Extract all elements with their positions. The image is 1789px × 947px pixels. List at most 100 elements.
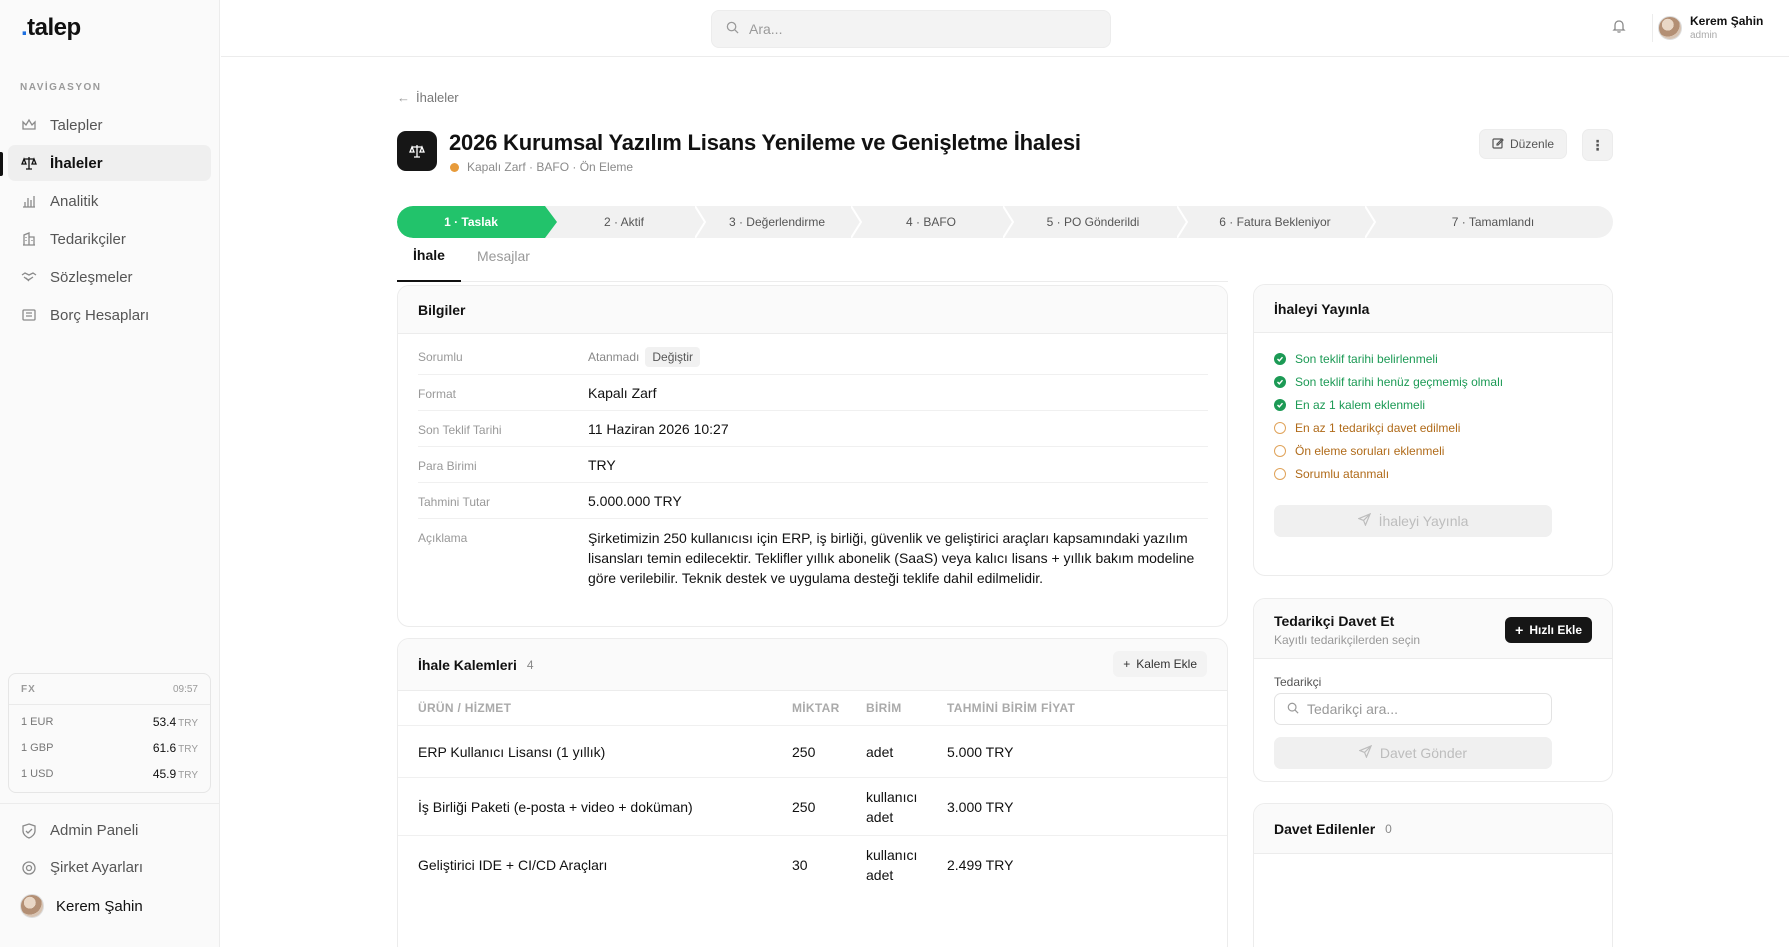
- invited-title: Davet Edilenler: [1274, 820, 1376, 837]
- bar-chart-icon: [20, 192, 38, 210]
- breadcrumb[interactable]: ← İhaleler: [397, 90, 459, 105]
- shield-icon: [20, 822, 38, 840]
- sidebar-item-sirket-ayarlari[interactable]: Şirket Ayarları: [0, 849, 220, 886]
- handshake-icon: [20, 268, 38, 286]
- info-row-tahmini-tutar: Tahmini Tutar 5.000.000 TRY: [418, 483, 1208, 519]
- info-row-format: Format Kapalı Zarf: [418, 375, 1208, 411]
- nav-section-label: NAVİGASYON: [20, 82, 102, 93]
- sidebar: .talep NAVİGASYON Talepler İhaleler Anal…: [0, 0, 220, 947]
- sidebar-item-tedarikciler[interactable]: Tedarikçiler: [8, 221, 211, 257]
- fx-time: 09:57: [172, 684, 198, 695]
- fx-row-eur: 1 EUR 53.4 TRY: [21, 715, 198, 729]
- send-icon: [1356, 512, 1371, 529]
- info-row-aciklama: Açıklama Şirketimizin 250 kullanıcısı iç…: [418, 530, 1195, 586]
- invite-card: Tedarikçi Davet Et Kayıtlı tedarikçilerd…: [1253, 598, 1613, 782]
- sidebar-item-analitik[interactable]: Analitik: [8, 183, 211, 219]
- publish-checklist: Son teklif tarihi belirlenmeli Son tekli…: [1274, 347, 1503, 485]
- tab-bar: İhale Mesajlar: [397, 230, 1228, 282]
- app-logo[interactable]: .talep: [21, 14, 81, 42]
- items-count: 4: [526, 657, 534, 672]
- publish-card: İhaleyi Yayınla Son teklif tarihi belirl…: [1253, 284, 1613, 576]
- page-subtitle: Kapalı Zarf · BAFO · Ön Eleme: [450, 160, 633, 174]
- avatar: [20, 894, 44, 918]
- check-circle-icon: [1274, 352, 1286, 365]
- topbar: Ara... Kerem Şahin admin: [221, 0, 1789, 57]
- building-icon: [20, 230, 38, 248]
- checklist-item: En az 1 tedarikçi davet edilmeli: [1274, 416, 1503, 439]
- sidebar-item-label: Analitik: [50, 192, 99, 210]
- sidebar-bottom: Admin Paneli Şirket Ayarları Kerem Şahin: [0, 803, 220, 926]
- bell-icon[interactable]: [1611, 18, 1627, 37]
- checklist-item: En az 1 kalem eklenmeli: [1274, 393, 1503, 416]
- change-assignee-button[interactable]: Değiştir: [645, 347, 701, 367]
- scale-icon: [20, 154, 38, 172]
- tab-ihale[interactable]: İhale: [397, 230, 461, 282]
- active-indicator: [0, 152, 3, 176]
- fx-row-usd: 1 USD 45.9 TRY: [21, 767, 198, 781]
- sidebar-item-talepler[interactable]: Talepler: [8, 107, 211, 143]
- items-card: İhale Kalemleri 4 + Kalem Ekle ÜRÜN / Hİ…: [397, 638, 1228, 947]
- search-input[interactable]: Ara...: [711, 10, 1111, 48]
- more-options-button[interactable]: ⋮: [1582, 129, 1613, 161]
- send-invite-button[interactable]: Davet Gönder: [1274, 737, 1552, 769]
- fx-row-gbp: 1 GBP 61.6 TRY: [21, 741, 198, 755]
- sidebar-item-admin-paneli[interactable]: Admin Paneli: [0, 812, 220, 849]
- publish-card-title: İhaleyi Yayınla: [1254, 285, 1612, 333]
- main-content: ← İhaleler 2026 Kurumsal Yazılım Lisans …: [221, 58, 1789, 947]
- sidebar-item-label: Borç Hesapları: [50, 306, 150, 324]
- step-tamamlandi[interactable]: 7 · Tamamlandı: [1373, 206, 1613, 238]
- empty-circle-icon: [1274, 444, 1286, 457]
- checklist-item: Son teklif tarihi belirlenmeli: [1274, 347, 1503, 370]
- sidebar-item-label: Sözleşmeler: [50, 268, 133, 286]
- quick-add-button[interactable]: + Hızlı Ekle: [1505, 617, 1592, 643]
- plus-icon: +: [1123, 657, 1131, 671]
- status-dot: [450, 162, 459, 172]
- table-row[interactable]: ERP Kullanıcı Lisansı (1 yıllık) 250 ade…: [398, 725, 1227, 777]
- column-header-unit: BİRİM: [866, 701, 902, 715]
- invited-count: 0: [1385, 821, 1392, 836]
- sidebar-user[interactable]: Kerem Şahin: [0, 886, 220, 926]
- table-row[interactable]: Geliştirici IDE + CI/CD Araçları 30 kull…: [398, 835, 1227, 893]
- fx-widget: FX 09:57 1 EUR 53.4 TRY 1 GBP 61.6 TRY 1 U…: [8, 673, 211, 793]
- search-icon: [1287, 701, 1299, 717]
- info-row-sorumlu: Sorumlu Atanmadı Değiştir: [418, 334, 1208, 375]
- crown-icon: [20, 116, 38, 134]
- edit-icon: [1492, 137, 1504, 152]
- plus-icon: +: [1515, 622, 1524, 638]
- info-row-son-teklif: Son Teklif Tarihi 11 Haziran 2026 10:27: [418, 411, 1208, 447]
- checklist-item: Ön eleme soruları eklenmeli: [1274, 439, 1503, 462]
- empty-circle-icon: [1274, 467, 1286, 480]
- sidebar-item-sozlesmeler[interactable]: Sözleşmeler: [8, 259, 211, 295]
- invited-card: Davet Edilenler 0: [1253, 803, 1613, 947]
- publish-button[interactable]: İhaleyi Yayınla: [1274, 505, 1552, 537]
- user-menu[interactable]: Kerem Şahin admin: [1658, 14, 1763, 41]
- column-header-product: ÜRÜN / HİZMET: [418, 701, 512, 715]
- scale-icon: [397, 131, 437, 171]
- empty-circle-icon: [1274, 421, 1286, 434]
- page-title: 2026 Kurumsal Yazılım Lisans Yenileme ve…: [449, 130, 1081, 155]
- avatar: [1658, 15, 1682, 40]
- sidebar-item-borc-hesaplari[interactable]: Borç Hesapları: [8, 297, 211, 333]
- user-name: Kerem Şahin: [1690, 14, 1764, 28]
- edit-button[interactable]: Düzenle: [1479, 129, 1568, 159]
- sidebar-item-label: Talepler: [50, 116, 103, 134]
- search-icon: [726, 21, 739, 37]
- send-icon: [1358, 744, 1373, 761]
- sidebar-item-ihaleler[interactable]: İhaleler: [8, 145, 211, 181]
- add-item-button[interactable]: + Kalem Ekle: [1113, 651, 1207, 677]
- sidebar-nav: Talepler İhaleler Analitik Tedarikçiler …: [8, 107, 211, 335]
- checklist-item: Son teklif tarihi henüz geçmemiş olmalı: [1274, 370, 1503, 393]
- supplier-search-input[interactable]: Tedarikçi ara...: [1274, 693, 1552, 725]
- check-circle-icon: [1274, 398, 1286, 411]
- column-header-price: TAHMİNİ BİRİM FİYAT: [947, 701, 1076, 715]
- table-row[interactable]: İş Birliği Paketi (e-posta + video + dok…: [398, 777, 1227, 835]
- fx-label: FX: [21, 684, 36, 695]
- supplier-field-label: Tedarikçi: [1274, 675, 1322, 689]
- user-role: admin: [1690, 30, 1718, 41]
- column-header-qty: MİKTAR: [792, 701, 840, 715]
- info-row-para-birimi: Para Birimi TRY: [418, 447, 1208, 483]
- arrow-left-icon: ←: [397, 90, 410, 105]
- checklist-item: Sorumlu atanmalı: [1274, 462, 1503, 485]
- ledger-icon: [20, 306, 38, 324]
- tab-mesajlar[interactable]: Mesajlar: [477, 230, 530, 282]
